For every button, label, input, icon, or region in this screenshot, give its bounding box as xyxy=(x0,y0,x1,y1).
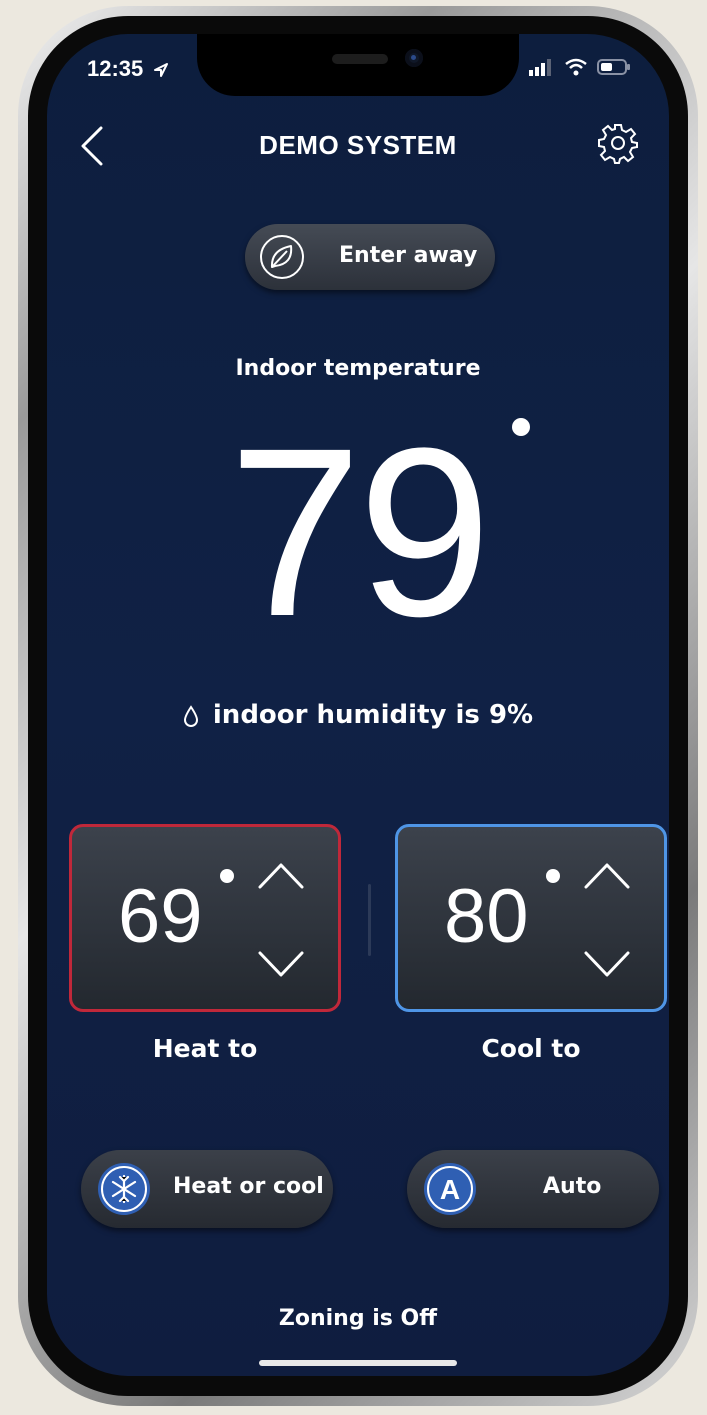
cool-setpoint-card: 80 xyxy=(395,824,667,1012)
status-icons xyxy=(528,56,631,76)
cool-setpoint-value: 80 xyxy=(444,874,529,959)
enter-away-button[interactable]: Enter away xyxy=(245,224,495,290)
setpoint-divider xyxy=(368,884,371,956)
gear-icon[interactable] xyxy=(597,122,639,164)
auto-mode-icon: A xyxy=(424,1163,476,1215)
heat-decrease-chevron-down-icon[interactable] xyxy=(254,945,308,985)
notch xyxy=(197,34,519,96)
enter-away-label: Enter away xyxy=(339,243,478,268)
cool-increase-chevron-up-icon[interactable] xyxy=(580,855,634,895)
humidity-line: indoor humidity is 9% xyxy=(47,700,669,730)
leaf-icon xyxy=(260,235,304,279)
cool-decrease-chevron-down-icon[interactable] xyxy=(580,945,634,985)
speaker xyxy=(332,54,388,64)
auto-mode-icon-letter: A xyxy=(440,1174,460,1205)
indoor-temperature-label: Indoor temperature xyxy=(235,356,481,381)
degree-symbol xyxy=(512,418,530,436)
heat-degree-symbol xyxy=(220,869,234,883)
water-drop-icon xyxy=(183,704,198,727)
heat-cool-icon xyxy=(98,1163,150,1215)
wifi-icon xyxy=(565,58,587,75)
home-indicator[interactable] xyxy=(259,1360,457,1366)
heat-to-label: Heat to xyxy=(152,1034,258,1063)
signal-icon xyxy=(528,58,551,76)
zoning-status: Zoning is Off xyxy=(278,1306,438,1331)
page-title: DEMO SYSTEM xyxy=(259,130,457,160)
mode-label: Heat or cool xyxy=(173,1174,324,1199)
app-screen: 12:35 DEMO SYSTEM Enter away Indoor temp… xyxy=(47,34,669,1376)
fan-auto-button[interactable]: A Auto xyxy=(407,1150,659,1228)
indoor-temperature-value: 79 xyxy=(228,398,492,666)
mode-button[interactable]: Heat or cool xyxy=(81,1150,333,1228)
humidity-text: indoor humidity is 9% xyxy=(212,700,534,730)
heat-setpoint-value: 69 xyxy=(118,874,203,959)
front-camera xyxy=(405,49,423,67)
battery-icon xyxy=(597,58,630,75)
cool-degree-symbol xyxy=(546,869,560,883)
location-arrow-icon xyxy=(154,63,169,78)
fan-auto-label: Auto xyxy=(543,1174,602,1199)
status-time: 12:35 xyxy=(87,56,169,82)
heat-setpoint-card: 69 xyxy=(69,824,341,1012)
heat-increase-chevron-up-icon[interactable] xyxy=(254,855,308,895)
cool-to-label: Cool to xyxy=(481,1034,581,1063)
